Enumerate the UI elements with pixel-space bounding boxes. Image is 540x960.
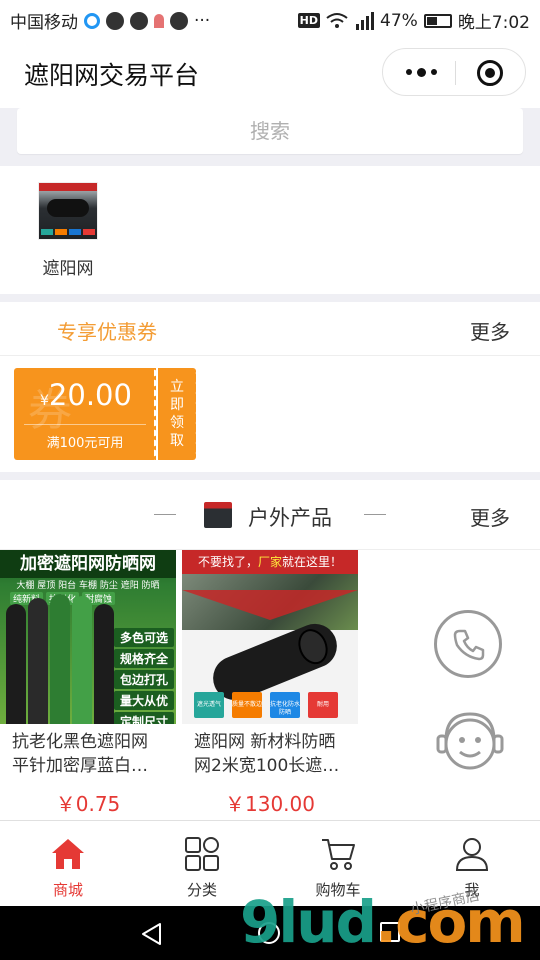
product-image-features: 多色可选 规格齐全 包边打孔 量大从优 定制尺寸 (113, 628, 174, 724)
net-roll (50, 594, 70, 724)
coupon-currency: ¥ (40, 393, 49, 409)
product-price: ￥130.00 (225, 792, 315, 816)
hd-badge: HD (297, 13, 321, 28)
product-image-subline: 大棚 屋顶 阳台 车棚 防尘 遮阳 防晒 (16, 581, 160, 591)
status-bar: 中国移动 ··· HD 47% 晚上7:02 (0, 0, 540, 36)
more-notifications-icon: ··· (194, 10, 211, 31)
signal-icon (356, 11, 375, 30)
customer-service-icon (436, 712, 504, 770)
message-icon (170, 11, 188, 30)
coupon-section-title: 专享优惠券 (57, 320, 157, 344)
product-more-link[interactable]: 更多 (470, 502, 510, 531)
net-roll (94, 604, 114, 724)
product-image-feature: 定制尺寸 (113, 712, 174, 724)
wechat-icon (106, 11, 124, 30)
coupon-body: 券 ¥20.00 满100元可用 (14, 368, 156, 460)
coupon-section: 专享优惠券 更多 券 ¥20.00 满100元可用 立即领取 (0, 302, 540, 472)
coupon-value: 20.00 (48, 378, 132, 412)
back-icon[interactable] (140, 922, 162, 946)
product-image-badge: 耐用 (308, 692, 338, 718)
search-input[interactable]: 搜索 (17, 108, 523, 154)
coupon-condition: 满100元可用 (46, 436, 124, 451)
tab-mall[interactable]: 商城 (28, 837, 108, 900)
battery-percent: 47% (380, 10, 418, 31)
headline-highlight: 厂家 (257, 555, 282, 569)
category-thumbnail (38, 182, 98, 240)
tab-category[interactable]: 分类 (162, 837, 242, 900)
product-image-badge: 质量不散边 (232, 692, 262, 718)
product-image-feature: 包边打孔 (113, 670, 174, 689)
product-name: 遮阳网 新材料防晒网2米宽100长遮… (194, 732, 340, 776)
product-image-headline: 加密遮阳网防晒网 (0, 550, 176, 578)
product-image-feature: 多色可选 (113, 628, 174, 647)
search-area: 搜索 (0, 108, 540, 166)
battery-level-fill (426, 16, 437, 25)
product-image-feature: 规格齐全 (113, 649, 174, 668)
product-card[interactable]: 加密遮阳网防晒网 大棚 屋顶 阳台 车棚 防尘 遮阳 防晒 纯新料 抗老化 耐腐… (0, 550, 176, 817)
headline-part: 就在这里！ (282, 555, 343, 569)
product-card[interactable]: 不要找了，厂家就在这里！ 遮光透气 质量不散边 抗老化防水防晒 耐用 遮阳网 新… (182, 550, 358, 817)
phone-call-button[interactable] (434, 610, 502, 678)
user-icon (455, 838, 489, 871)
product-image-headline: 不要找了，厂家就在这里！ (182, 550, 358, 574)
category-item-shade-net[interactable]: 遮阳网 (36, 182, 100, 279)
coupon-more-link[interactable]: 更多 (470, 316, 510, 345)
coupon-card[interactable]: 券 ¥20.00 满100元可用 立即领取 (14, 368, 199, 460)
product-image-badges: 遮光透气 质量不散边 抗老化防水防晒 耐用 (194, 692, 338, 718)
product-price: ￥0.75 (55, 792, 121, 816)
miniprogram-capsule (382, 48, 526, 96)
product-image-chevron (182, 590, 358, 620)
more-menu-icon[interactable] (401, 61, 441, 83)
battery-icon (423, 13, 452, 28)
search-app-icon (130, 11, 148, 30)
product-image-badge: 抗老化防水防晒 (270, 692, 300, 718)
product-section-icon (204, 502, 232, 528)
product-section-title: 户外产品 (248, 506, 332, 530)
net-roll (6, 604, 26, 724)
net-roll (28, 598, 48, 724)
product-image: 不要找了，厂家就在这里！ 遮光透气 质量不散边 抗老化防水防晒 耐用 (182, 550, 358, 724)
customer-service-button[interactable] (434, 706, 504, 774)
wifi-icon (326, 12, 348, 28)
watermark-main: 9lud (240, 888, 377, 956)
status-left: 中国移动 ··· (10, 8, 211, 34)
header-dash-right (364, 514, 386, 515)
tab-label: 商城 (52, 881, 83, 899)
product-name: 抗老化黑色遮阳网平针加密厚蓝白… (12, 732, 148, 776)
loop-app-icon (84, 12, 100, 29)
tab-label: 分类 (186, 881, 217, 899)
category-grid-icon (185, 837, 219, 871)
header-dash-left (154, 514, 176, 515)
status-right: HD 47% 晚上7:02 (297, 8, 530, 33)
coupon-claim-label: 立即领取 (170, 379, 184, 449)
clock: 晚上7:02 (457, 13, 530, 33)
site-watermark: 9lud.com 小程序商店 (240, 888, 526, 956)
product-section-header: 户外产品 更多 (0, 480, 540, 550)
category-label: 遮阳网 (42, 259, 94, 279)
close-miniprogram-icon[interactable] (477, 60, 503, 86)
title-bar: 遮阳网交易平台 (0, 36, 540, 108)
location-pin-icon (154, 13, 164, 28)
cart-icon (322, 839, 355, 870)
net-roll (72, 596, 92, 724)
headline-part: 不要找了， (197, 555, 258, 569)
capsule-divider (455, 61, 456, 85)
coupon-divider (24, 424, 146, 425)
carrier-name: 中国移动 (10, 13, 78, 33)
home-icon (52, 839, 84, 869)
coupon-section-header: 专享优惠券 更多 (0, 302, 540, 356)
page-title: 遮阳网交易平台 (24, 61, 200, 90)
phone-icon (453, 629, 485, 661)
coupon-amount: ¥20.00 (40, 378, 132, 412)
product-image-feature: 量大从优 (113, 691, 174, 710)
coupon-claim-button[interactable]: 立即领取 (154, 368, 199, 460)
product-image-badge: 遮光透气 (194, 692, 224, 718)
category-grid: 遮阳网 (0, 166, 540, 294)
product-image: 加密遮阳网防晒网 大棚 屋顶 阳台 车棚 防尘 遮阳 防晒 纯新料 抗老化 耐腐… (0, 550, 176, 724)
